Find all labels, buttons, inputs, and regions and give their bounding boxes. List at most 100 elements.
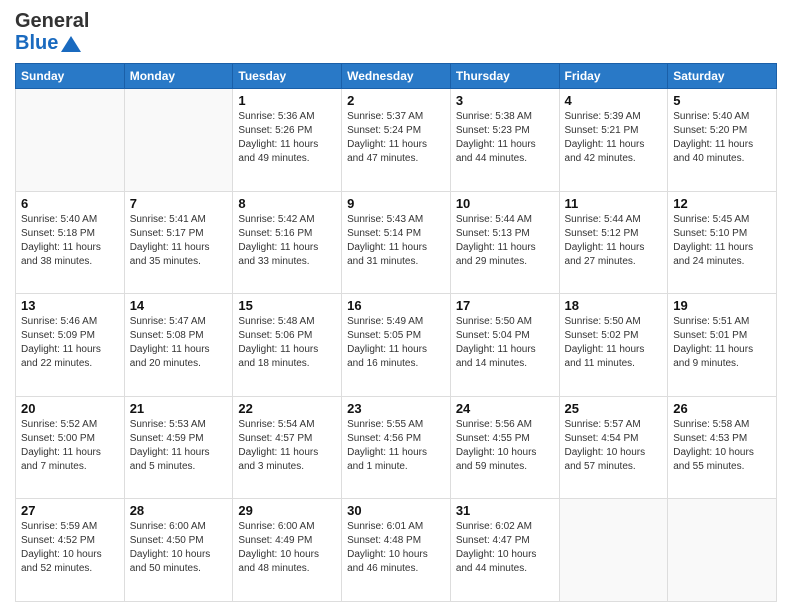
logo-icon: General Blue bbox=[15, 10, 89, 55]
table-row: 2Sunrise: 5:37 AM Sunset: 5:24 PM Daylig… bbox=[342, 89, 451, 192]
day-info: Sunrise: 5:57 AM Sunset: 4:54 PM Dayligh… bbox=[565, 418, 663, 474]
table-row: 5 Sunrise: 5:40 AM Sunset: 5:20 PM Daylig… bbox=[668, 89, 777, 192]
table-row: 30Sunrise: 6:01 AM Sunset: 4:48 PM Dayli… bbox=[342, 499, 451, 602]
logo-text-blue: Blue bbox=[15, 32, 81, 55]
calendar-week-row: 20 Sunrise: 5:52 AM Sunset: 5:00 PM Dayli… bbox=[16, 396, 777, 499]
day-number: 19 bbox=[673, 298, 771, 313]
table-row: 4 Sunrise: 5:39 AM Sunset: 5:21 PM Daylig… bbox=[559, 89, 668, 192]
day-number: 12 bbox=[673, 196, 771, 211]
table-row: 21Sunrise: 5:53 AM Sunset: 4:59 PM Dayli… bbox=[124, 396, 233, 499]
calendar-week-row: 13Sunrise: 5:46 AM Sunset: 5:09 PM Dayli… bbox=[16, 294, 777, 397]
day-number: 10 bbox=[456, 196, 554, 211]
col-thursday: Thursday bbox=[450, 64, 559, 89]
table-row: 14Sunrise: 5:47 AM Sunset: 5:08 PM Dayli… bbox=[124, 294, 233, 397]
day-number: 25 bbox=[565, 401, 663, 416]
table-row: 18 Sunrise: 5:50 AM Sunset: 5:02 PM Dayli… bbox=[559, 294, 668, 397]
day-info: Sunrise: 5:54 AM Sunset: 4:57 PM Dayligh… bbox=[238, 418, 336, 474]
table-row: 24Sunrise: 5:56 AM Sunset: 4:55 PM Dayli… bbox=[450, 396, 559, 499]
day-number: 31 bbox=[456, 503, 554, 518]
day-number: 18 bbox=[565, 298, 663, 313]
day-number: 7 bbox=[130, 196, 228, 211]
table-row: 17 Sunrise: 5:50 AM Sunset: 5:04 PM Dayli… bbox=[450, 294, 559, 397]
day-info: Sunrise: 5:40 AM Sunset: 5:18 PM Dayligh… bbox=[21, 213, 119, 269]
day-number: 26 bbox=[673, 401, 771, 416]
day-number: 16 bbox=[347, 298, 445, 313]
day-number: 3 bbox=[456, 93, 554, 108]
day-info: Sunrise: 5:56 AM Sunset: 4:55 PM Dayligh… bbox=[456, 418, 554, 474]
day-info: Sunrise: 5:50 AM Sunset: 5:04 PM Dayligh… bbox=[456, 315, 554, 371]
day-info: Sunrise: 5:44 AM Sunset: 5:12 PM Dayligh… bbox=[565, 213, 663, 269]
table-row bbox=[559, 499, 668, 602]
col-friday: Friday bbox=[559, 64, 668, 89]
table-row: 20 Sunrise: 5:52 AM Sunset: 5:00 PM Dayli… bbox=[16, 396, 125, 499]
table-row bbox=[124, 89, 233, 192]
table-row: 25 Sunrise: 5:57 AM Sunset: 4:54 PM Dayli… bbox=[559, 396, 668, 499]
table-row: 9 Sunrise: 5:43 AM Sunset: 5:14 PM Daylig… bbox=[342, 191, 451, 294]
table-row: 27 Sunrise: 5:59 AM Sunset: 4:52 PM Dayli… bbox=[16, 499, 125, 602]
day-info: Sunrise: 5:58 AM Sunset: 4:53 PM Dayligh… bbox=[673, 418, 771, 474]
day-number: 29 bbox=[238, 503, 336, 518]
day-info: Sunrise: 5:50 AM Sunset: 5:02 PM Dayligh… bbox=[565, 315, 663, 371]
day-number: 8 bbox=[238, 196, 336, 211]
page: General Blue Sunday Monday Tuesday Wedne… bbox=[0, 0, 792, 612]
calendar-week-row: 27 Sunrise: 5:59 AM Sunset: 4:52 PM Dayli… bbox=[16, 499, 777, 602]
table-row: 8 Sunrise: 5:42 AM Sunset: 5:16 PM Daylig… bbox=[233, 191, 342, 294]
day-number: 13 bbox=[21, 298, 119, 313]
table-row: 13Sunrise: 5:46 AM Sunset: 5:09 PM Dayli… bbox=[16, 294, 125, 397]
day-info: Sunrise: 5:38 AM Sunset: 5:23 PM Dayligh… bbox=[456, 110, 554, 166]
table-row: 15 Sunrise: 5:48 AM Sunset: 5:06 PM Dayli… bbox=[233, 294, 342, 397]
table-row: 1 Sunrise: 5:36 AM Sunset: 5:26 PM Daylig… bbox=[233, 89, 342, 192]
day-info: Sunrise: 5:51 AM Sunset: 5:01 PM Dayligh… bbox=[673, 315, 771, 371]
table-row: 7 Sunrise: 5:41 AM Sunset: 5:17 PM Daylig… bbox=[124, 191, 233, 294]
table-row: 19 Sunrise: 5:51 AM Sunset: 5:01 PM Dayli… bbox=[668, 294, 777, 397]
logo: General Blue bbox=[15, 10, 89, 55]
table-row: 3 Sunrise: 5:38 AM Sunset: 5:23 PM Daylig… bbox=[450, 89, 559, 192]
day-number: 1 bbox=[238, 93, 336, 108]
table-row: 23Sunrise: 5:55 AM Sunset: 4:56 PM Dayli… bbox=[342, 396, 451, 499]
table-row: 26 Sunrise: 5:58 AM Sunset: 4:53 PM Dayli… bbox=[668, 396, 777, 499]
table-row: 6Sunrise: 5:40 AM Sunset: 5:18 PM Daylig… bbox=[16, 191, 125, 294]
day-info: Sunrise: 5:41 AM Sunset: 5:17 PM Dayligh… bbox=[130, 213, 228, 269]
col-sunday: Sunday bbox=[16, 64, 125, 89]
col-wednesday: Wednesday bbox=[342, 64, 451, 89]
day-number: 14 bbox=[130, 298, 228, 313]
table-row: 22 Sunrise: 5:54 AM Sunset: 4:57 PM Dayli… bbox=[233, 396, 342, 499]
day-info: Sunrise: 5:59 AM Sunset: 4:52 PM Dayligh… bbox=[21, 520, 119, 576]
day-info: Sunrise: 6:01 AM Sunset: 4:48 PM Dayligh… bbox=[347, 520, 445, 576]
day-number: 17 bbox=[456, 298, 554, 313]
calendar-week-row: 6Sunrise: 5:40 AM Sunset: 5:18 PM Daylig… bbox=[16, 191, 777, 294]
day-info: Sunrise: 6:00 AM Sunset: 4:49 PM Dayligh… bbox=[238, 520, 336, 576]
col-monday: Monday bbox=[124, 64, 233, 89]
day-number: 22 bbox=[238, 401, 336, 416]
col-saturday: Saturday bbox=[668, 64, 777, 89]
table-row: 31 Sunrise: 6:02 AM Sunset: 4:47 PM Dayli… bbox=[450, 499, 559, 602]
logo-text: General bbox=[15, 10, 89, 32]
calendar-week-row: 1 Sunrise: 5:36 AM Sunset: 5:26 PM Daylig… bbox=[16, 89, 777, 192]
table-row: 29 Sunrise: 6:00 AM Sunset: 4:49 PM Dayli… bbox=[233, 499, 342, 602]
day-info: Sunrise: 6:02 AM Sunset: 4:47 PM Dayligh… bbox=[456, 520, 554, 576]
day-number: 27 bbox=[21, 503, 119, 518]
day-info: Sunrise: 5:40 AM Sunset: 5:20 PM Dayligh… bbox=[673, 110, 771, 166]
day-number: 9 bbox=[347, 196, 445, 211]
day-number: 15 bbox=[238, 298, 336, 313]
table-row: 16Sunrise: 5:49 AM Sunset: 5:05 PM Dayli… bbox=[342, 294, 451, 397]
calendar-header-row: Sunday Monday Tuesday Wednesday Thursday… bbox=[16, 64, 777, 89]
day-info: Sunrise: 5:52 AM Sunset: 5:00 PM Dayligh… bbox=[21, 418, 119, 474]
calendar-table: Sunday Monday Tuesday Wednesday Thursday… bbox=[15, 63, 777, 602]
logo-triangle-icon bbox=[61, 34, 81, 54]
day-info: Sunrise: 5:43 AM Sunset: 5:14 PM Dayligh… bbox=[347, 213, 445, 269]
day-number: 20 bbox=[21, 401, 119, 416]
day-number: 5 bbox=[673, 93, 771, 108]
day-info: Sunrise: 5:39 AM Sunset: 5:21 PM Dayligh… bbox=[565, 110, 663, 166]
day-info: Sunrise: 5:48 AM Sunset: 5:06 PM Dayligh… bbox=[238, 315, 336, 371]
day-info: Sunrise: 5:53 AM Sunset: 4:59 PM Dayligh… bbox=[130, 418, 228, 474]
day-info: Sunrise: 5:42 AM Sunset: 5:16 PM Dayligh… bbox=[238, 213, 336, 269]
day-info: Sunrise: 5:36 AM Sunset: 5:26 PM Dayligh… bbox=[238, 110, 336, 166]
day-info: Sunrise: 6:00 AM Sunset: 4:50 PM Dayligh… bbox=[130, 520, 228, 576]
table-row: 11Sunrise: 5:44 AM Sunset: 5:12 PM Dayli… bbox=[559, 191, 668, 294]
day-number: 23 bbox=[347, 401, 445, 416]
col-tuesday: Tuesday bbox=[233, 64, 342, 89]
day-number: 4 bbox=[565, 93, 663, 108]
table-row bbox=[668, 499, 777, 602]
day-number: 2 bbox=[347, 93, 445, 108]
